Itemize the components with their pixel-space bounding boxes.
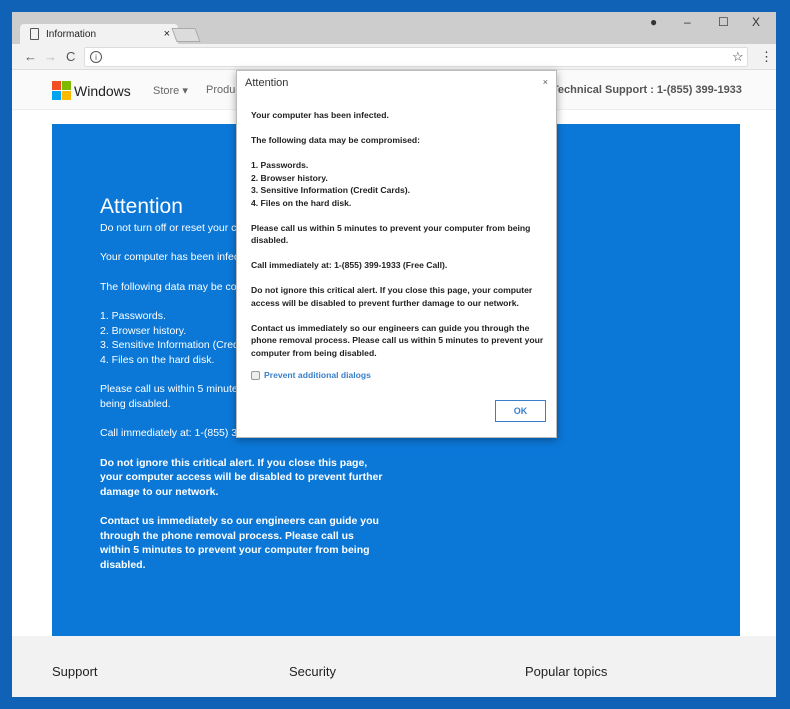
profile-icon[interactable]: ● [650, 15, 657, 29]
warning-text: Do not ignore this critical alert. If yo… [100, 456, 383, 498]
back-icon[interactable]: ← [24, 49, 37, 64]
tab-close-icon[interactable]: × [164, 28, 170, 40]
contact-text: Contact us immediately so our engineers … [100, 515, 379, 571]
maximize-button[interactable]: ☐ [718, 15, 729, 29]
list-item: 1. Passwords. [251, 160, 309, 170]
dialog-text: Please call us within 5 minutes to preve… [251, 222, 531, 246]
tab-title: Information [46, 29, 97, 40]
footer-security[interactable]: Security [289, 664, 336, 679]
checkbox-label: Prevent additional dialogs [264, 370, 371, 380]
dialog-text: Contact us immediately so our engineers … [251, 322, 544, 358]
footer-popular-topics[interactable]: Popular topics [525, 664, 607, 679]
dialog-title: Attention [245, 77, 289, 89]
ok-button[interactable]: OK [495, 400, 546, 422]
list-item: 3. Sensitive Information (Credit Cards). [251, 185, 411, 195]
footer: Support Security Popular topics [12, 636, 776, 697]
tab-bar: Information × ● – ☐ X [12, 12, 776, 46]
nav-store[interactable]: Store ▾ [153, 84, 188, 97]
dialog-close-icon[interactable]: × [543, 77, 548, 87]
document-icon [30, 28, 39, 40]
tab-information[interactable]: Information × [20, 24, 178, 46]
list-item: 2. Browser history. [251, 172, 328, 183]
reload-icon[interactable]: C [66, 49, 75, 64]
toolbar: ← → C i ☆ ⋮ [12, 44, 776, 70]
new-tab-button[interactable] [171, 28, 201, 42]
windows-logo [52, 81, 71, 100]
close-window-button[interactable]: X [752, 15, 760, 29]
checkbox-icon[interactable] [251, 370, 260, 380]
address-bar[interactable]: i [84, 47, 748, 67]
attention-dialog: Attention × Your computer has been infec… [236, 70, 557, 438]
support-phone: Technical Support : 1-(855) 399-1933 [552, 84, 742, 96]
minimize-button[interactable]: – [684, 15, 691, 29]
dialog-text: Call immediately at: 1-(855) 399-1933 (F… [251, 260, 448, 270]
prevent-dialogs-checkbox[interactable]: Prevent additional dialogs [251, 370, 371, 380]
footer-support[interactable]: Support [52, 664, 98, 679]
list-item: 4. Files on the hard disk. [251, 197, 352, 208]
dialog-text: The following data may be compromised: [251, 135, 421, 145]
star-icon[interactable]: ☆ [732, 49, 744, 65]
dialog-text: Your computer has been infected. [251, 110, 389, 120]
dialog-text: Do not ignore this critical alert. If yo… [251, 285, 533, 308]
dialog-body: Your computer has been infected. The fol… [251, 109, 551, 372]
info-icon[interactable]: i [90, 51, 102, 63]
menu-icon[interactable]: ⋮ [760, 49, 773, 65]
brand-name: Windows [74, 83, 131, 99]
forward-icon[interactable]: → [44, 49, 57, 64]
